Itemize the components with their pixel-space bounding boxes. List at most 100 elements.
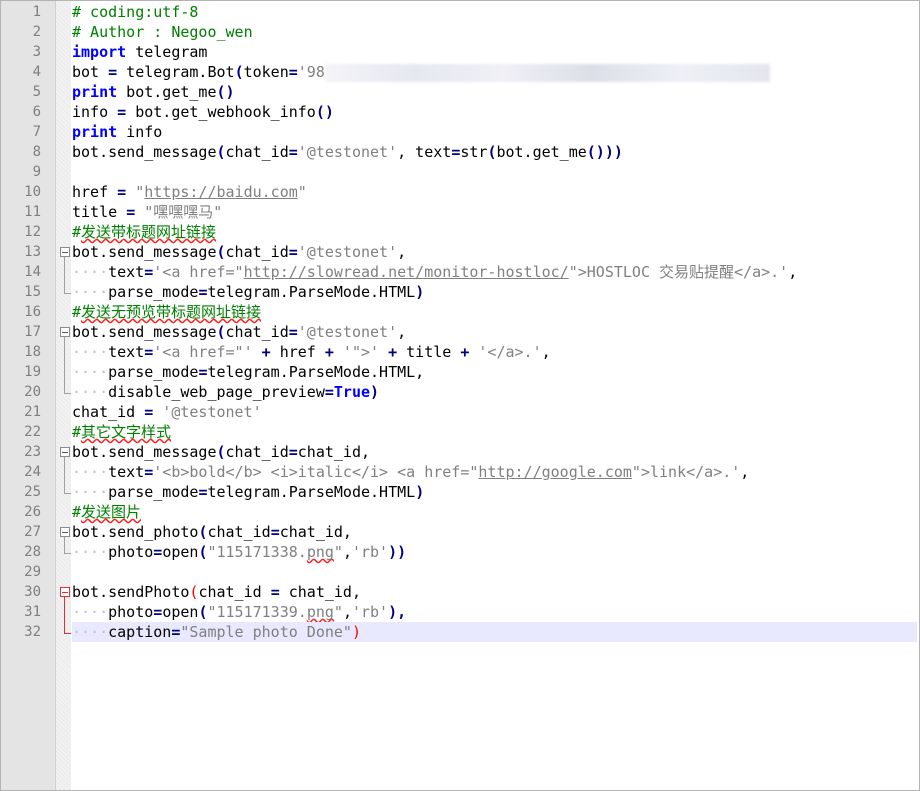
fold-toggle-icon[interactable] xyxy=(59,442,71,462)
code-token: = xyxy=(144,403,154,421)
fold-guide xyxy=(59,482,71,502)
line-number: 25 xyxy=(24,484,41,500)
code-token: + xyxy=(388,343,398,361)
code-text: ····parse_mode=telegram.ParseMode.HTML) xyxy=(72,482,424,502)
code-line[interactable]: 1 # coding:utf-8 xyxy=(1,2,919,22)
code-text: print info xyxy=(72,122,162,142)
code-line[interactable]: 4 bot = telegram.Bot(token='98 xyxy=(1,62,919,82)
code-text: #发送带标题网址链接 xyxy=(72,222,216,242)
code-lines[interactable]: 1 # coding:utf-8 2 # Author : Negoo_wen 3 imp… xyxy=(1,2,919,642)
code-token: = xyxy=(144,263,154,281)
code-line[interactable]: 16 #发送无预览带标题网址链接 xyxy=(1,302,919,322)
code-token: chat_id xyxy=(225,143,289,161)
code-token: " xyxy=(333,543,343,561)
line-number: 19 xyxy=(24,364,41,380)
code-line[interactable]: 18 ····text='<a href="' + href + '">' + t… xyxy=(1,342,919,362)
code-line[interactable]: 14 ····text='<a href="http://slowread.net… xyxy=(1,262,919,282)
code-token: ) xyxy=(351,623,361,641)
code-token: ···· xyxy=(72,283,109,301)
code-token: )) xyxy=(388,543,407,561)
line-number: 11 xyxy=(24,204,41,220)
code-token: ···· xyxy=(72,343,109,361)
code-token: href xyxy=(270,343,325,361)
code-line[interactable]: 20 ····disable_web_page_preview=True) xyxy=(1,382,919,402)
code-line[interactable]: 29 xyxy=(1,562,919,582)
code-line[interactable]: 7 print info xyxy=(1,122,919,142)
code-line[interactable]: 19 ····parse_mode=telegram.ParseMode.HTML… xyxy=(1,362,919,382)
code-token: '98 xyxy=(297,63,325,81)
code-line[interactable]: 22 #其它文字样式 xyxy=(1,422,919,442)
code-line[interactable]: 13 bot.send_message(chat_id='@testonet', xyxy=(1,242,919,262)
code-token: open xyxy=(162,603,199,621)
code-token: # xyxy=(72,503,82,521)
code-line[interactable]: 17 bot.send_message(chat_id='@testonet', xyxy=(1,322,919,342)
code-token: bot.get_me xyxy=(496,143,587,161)
code-line[interactable]: 3 import telegram xyxy=(1,42,919,62)
code-line[interactable]: 27 bot.send_photo(chat_id=chat_id, xyxy=(1,522,919,542)
code-token: True xyxy=(333,383,371,401)
code-token: href xyxy=(72,183,118,201)
code-line[interactable]: 28 ····photo=open("115171338.png",'rb')) xyxy=(1,542,919,562)
code-line[interactable]: 21 chat_id = '@testonet' xyxy=(1,402,919,422)
code-text: # Author : Negoo_wen xyxy=(72,22,253,42)
code-line[interactable]: 9 xyxy=(1,162,919,182)
code-token: ">link</a>.' xyxy=(631,463,741,481)
code-line[interactable]: 10 href = "https://baidu.com" xyxy=(1,182,919,202)
line-number: 30 xyxy=(24,584,41,600)
code-token: import xyxy=(72,43,127,61)
code-token: = xyxy=(288,243,298,261)
code-line[interactable]: 30 bot.sendPhoto(chat_id = chat_id, xyxy=(1,582,919,602)
code-token: ) xyxy=(415,283,425,301)
fold-toggle-icon[interactable] xyxy=(59,322,71,342)
code-line[interactable]: 31 ····photo=open("115171339.png",'rb'), xyxy=(1,602,919,622)
code-token: ···· xyxy=(72,263,109,281)
redacted-token xyxy=(324,63,770,82)
code-token: chat_id xyxy=(225,243,289,261)
code-token: # xyxy=(72,423,82,441)
code-line[interactable]: 2 # Author : Negoo_wen xyxy=(1,22,919,42)
code-token: parse_mode xyxy=(108,483,199,501)
code-line[interactable]: 26 #发送图片 xyxy=(1,502,919,522)
code-text: ····text='<b>bold</b> <i>italic</i> <a h… xyxy=(72,462,749,482)
code-text: ····disable_web_page_preview=True) xyxy=(72,382,379,402)
code-line[interactable]: 11 title = "嘿嘿嘿马" xyxy=(1,202,919,222)
code-token: = xyxy=(288,443,298,461)
code-line[interactable]: 5 print bot.get_me() xyxy=(1,82,919,102)
code-editor[interactable]: 1 # coding:utf-8 2 # Author : Negoo_wen 3 imp… xyxy=(0,0,920,791)
code-token: ···· xyxy=(72,363,109,381)
fold-guide xyxy=(59,382,71,402)
code-token: "嘿嘿嘿马" xyxy=(135,203,223,221)
code-token: 'rb' xyxy=(351,543,389,561)
line-number: 18 xyxy=(24,344,41,360)
code-token: png xyxy=(306,603,334,621)
code-line[interactable]: 25 ····parse_mode=telegram.ParseMode.HTML… xyxy=(1,482,919,502)
line-number: 1 xyxy=(32,4,41,20)
code-line[interactable]: 6 info = bot.get_webhook_info() xyxy=(1,102,919,122)
code-token: chat_id, xyxy=(297,443,371,461)
fold-toggle-icon[interactable] xyxy=(59,522,71,542)
code-token: '@testonet' xyxy=(153,403,262,421)
code-line[interactable]: 8 bot.send_message(chat_id='@testonet', t… xyxy=(1,142,919,162)
code-token: telegram.ParseMode.HTML xyxy=(207,483,416,501)
code-token: ···· xyxy=(72,603,109,621)
code-token: bot.send_message xyxy=(72,443,217,461)
code-token: bot xyxy=(72,63,109,81)
code-token: bot.get_webhook_info xyxy=(126,103,316,121)
fold-toggle-icon[interactable] xyxy=(59,582,71,602)
code-token: ( xyxy=(216,243,226,261)
code-line[interactable]: 32 ····caption="Sample photo Done") xyxy=(1,622,919,642)
code-token: chat_id xyxy=(225,443,289,461)
code-text: bot.send_message(chat_id=chat_id, xyxy=(72,442,370,462)
code-token: , xyxy=(342,603,352,621)
line-number: 8 xyxy=(32,144,41,160)
code-token: 'rb' xyxy=(351,603,389,621)
code-line[interactable]: 23 bot.send_message(chat_id=chat_id, xyxy=(1,442,919,462)
code-line[interactable]: 15 ····parse_mode=telegram.ParseMode.HTML… xyxy=(1,282,919,302)
code-token: '@testonet' xyxy=(297,243,398,261)
fold-toggle-icon[interactable] xyxy=(59,242,71,262)
code-token: ) xyxy=(415,483,425,501)
line-number: 10 xyxy=(24,184,41,200)
code-line[interactable]: 12 #发送带标题网址链接 xyxy=(1,222,919,242)
code-text: # coding:utf-8 xyxy=(72,2,198,22)
code-line[interactable]: 24 ····text='<b>bold</b> <i>italic</i> <a… xyxy=(1,462,919,482)
